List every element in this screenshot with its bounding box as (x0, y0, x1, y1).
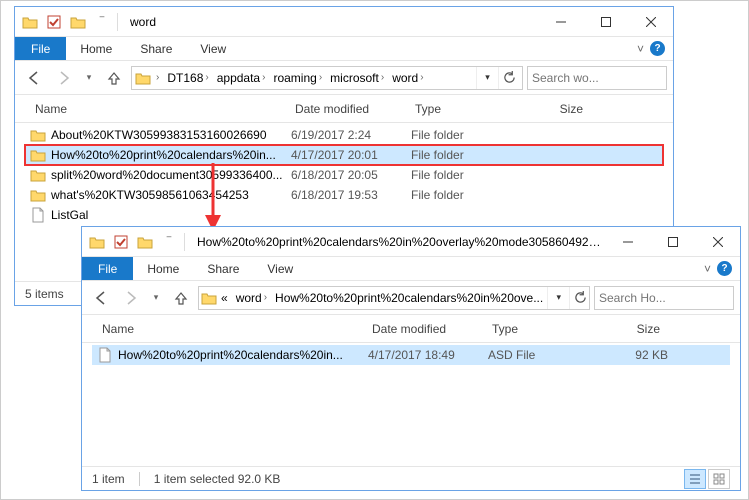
folder-icon (201, 289, 217, 307)
list-item[interactable]: what's%20KTW30598561063454253 6/18/2017 … (25, 185, 663, 205)
window-title: word (124, 15, 538, 29)
address-dropdown[interactable]: ▾ (547, 287, 569, 309)
status-count: 1 item (92, 472, 125, 486)
col-name[interactable]: Name (29, 102, 289, 116)
folder-icon (86, 231, 108, 253)
list-item[interactable]: How%20to%20print%20calendars%20in... 4/1… (25, 145, 663, 165)
column-headers[interactable]: Name Date modified Type Size (82, 315, 740, 343)
help-icon[interactable]: ? (650, 41, 665, 56)
qat-check-icon[interactable] (110, 231, 132, 253)
help-icon[interactable]: ? (717, 261, 732, 276)
tab-share[interactable]: Share (193, 257, 253, 280)
crumb-0[interactable]: word› (232, 291, 271, 305)
col-size[interactable]: Size (509, 102, 589, 116)
search-input[interactable] (532, 71, 687, 85)
close-button[interactable] (628, 7, 673, 36)
back-button[interactable] (88, 285, 114, 311)
separator (184, 233, 185, 251)
forward-button[interactable] (118, 285, 144, 311)
maximize-button[interactable] (650, 227, 695, 256)
qat-folder-icon[interactable] (67, 11, 89, 33)
file-icon (96, 347, 114, 363)
titlebar[interactable]: ‾ word (15, 7, 673, 37)
file-list: How%20to%20print%20calendars%20in... 4/1… (82, 343, 740, 466)
address-bar[interactable]: › DT168› appdata› roaming› microsoft› wo… (131, 66, 523, 90)
col-size[interactable]: Size (586, 322, 666, 336)
close-button[interactable] (695, 227, 740, 256)
up-button[interactable] (168, 285, 194, 311)
folder-icon (19, 11, 41, 33)
crumb-0[interactable]: DT168› (163, 71, 212, 85)
search-box[interactable] (594, 286, 734, 310)
crumb-prefix[interactable]: « (217, 291, 232, 305)
minimize-button[interactable] (538, 7, 583, 36)
tab-view[interactable]: View (253, 257, 307, 280)
nav-bar: ▾ « word› How%20to%20print%20calendars%2… (82, 281, 740, 315)
search-input[interactable] (599, 291, 749, 305)
list-item[interactable]: How%20to%20print%20calendars%20in... 4/1… (92, 345, 730, 365)
nav-bar: ▾ › DT168› appdata› roaming› microsoft› … (15, 61, 673, 95)
address-bar[interactable]: « word› How%20to%20print%20calendars%20i… (198, 286, 590, 310)
status-count: 5 items (25, 287, 64, 301)
col-type[interactable]: Type (486, 322, 586, 336)
file-icon (29, 207, 47, 223)
col-date[interactable]: Date modified (366, 322, 486, 336)
crumb-3[interactable]: microsoft› (326, 71, 388, 85)
folder-icon (134, 69, 152, 87)
crumb-chev[interactable]: › (152, 72, 163, 83)
ribbon: File Home Share View ˅ ? (15, 37, 673, 61)
crumb-1[interactable]: How%20to%20print%20calendars%20in%20ove.… (271, 291, 547, 305)
file-tab[interactable]: File (15, 37, 66, 60)
forward-button[interactable] (51, 65, 77, 91)
separator (139, 472, 140, 486)
list-item[interactable]: ListGal (25, 205, 663, 225)
folder-icon (29, 167, 47, 183)
folder-icon (29, 127, 47, 143)
crumb-4[interactable]: word› (388, 71, 427, 85)
view-details-button[interactable] (684, 469, 706, 489)
explorer-window-2: ‾ How%20to%20print%20calendars%20in%20ov… (81, 226, 741, 491)
folder-icon (29, 147, 47, 163)
tab-share[interactable]: Share (126, 37, 186, 60)
qat-check-icon[interactable] (43, 11, 65, 33)
separator (117, 13, 118, 31)
recent-dropdown[interactable]: ▾ (81, 65, 97, 91)
maximize-button[interactable] (583, 7, 628, 36)
refresh-button[interactable] (498, 67, 520, 89)
search-box[interactable] (527, 66, 667, 90)
status-selection: 1 item selected 92.0 KB (154, 472, 281, 486)
tab-home[interactable]: Home (133, 257, 193, 280)
column-headers[interactable]: Name Date modified Type Size (15, 95, 673, 123)
status-bar: 1 item 1 item selected 92.0 KB (82, 466, 740, 490)
crumb-1[interactable]: appdata› (213, 71, 270, 85)
folder-icon (29, 187, 47, 203)
ribbon-expand-icon[interactable]: ˅ (704, 262, 711, 276)
tab-home[interactable]: Home (66, 37, 126, 60)
list-item[interactable]: About%20KTW30599383153160026690 6/19/201… (25, 125, 663, 145)
col-type[interactable]: Type (409, 102, 509, 116)
recent-dropdown[interactable]: ▾ (148, 285, 164, 311)
ribbon: File Home Share View ˅ ? (82, 257, 740, 281)
titlebar[interactable]: ‾ How%20to%20print%20calendars%20in%20ov… (82, 227, 740, 257)
view-icons-button[interactable] (708, 469, 730, 489)
crumb-2[interactable]: roaming› (269, 71, 326, 85)
file-tab[interactable]: File (82, 257, 133, 280)
window-title: How%20to%20print%20calendars%20in%20over… (191, 235, 605, 249)
ribbon-expand-icon[interactable]: ˅ (637, 42, 644, 56)
up-button[interactable] (101, 65, 127, 91)
qat-folder-icon[interactable] (134, 231, 156, 253)
col-date[interactable]: Date modified (289, 102, 409, 116)
back-button[interactable] (21, 65, 47, 91)
tab-view[interactable]: View (186, 37, 240, 60)
qat-overflow-icon[interactable]: ‾ (91, 11, 113, 33)
minimize-button[interactable] (605, 227, 650, 256)
address-dropdown[interactable]: ▾ (476, 67, 498, 89)
qat-overflow-icon[interactable]: ‾ (158, 231, 180, 253)
col-name[interactable]: Name (96, 322, 366, 336)
list-item[interactable]: split%20word%20document30599336400... 6/… (25, 165, 663, 185)
refresh-button[interactable] (569, 287, 590, 309)
